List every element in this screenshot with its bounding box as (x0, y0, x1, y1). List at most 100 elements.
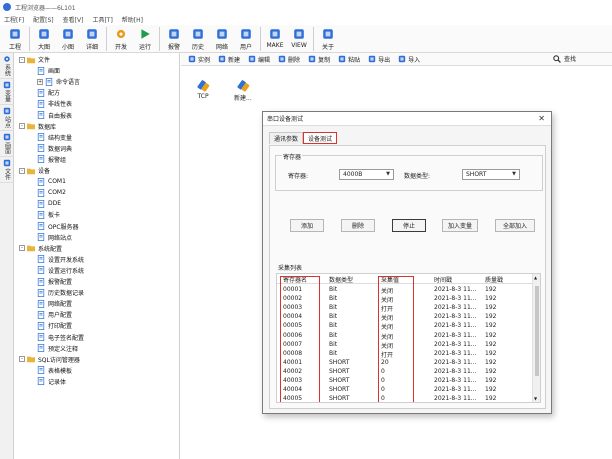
toolbar-button-3[interactable]: 详细 (80, 26, 104, 52)
column-header-datatype[interactable]: 数据类型 (329, 275, 353, 284)
tree-item[interactable]: 报警配置 (37, 277, 72, 286)
scroll-down-icon[interactable]: ▼ (534, 396, 537, 401)
add-all-button[interactable]: 全部加入 (495, 219, 535, 232)
add-button[interactable]: 添加 (290, 219, 324, 232)
chevron-down-icon: ▼ (512, 171, 516, 177)
tree-item[interactable]: - 数据库 (19, 122, 56, 131)
toolbar-button-4[interactable]: 开发 (109, 26, 133, 52)
column-header-quality[interactable]: 质量戳 (485, 275, 503, 284)
port-icon-wrap (37, 177, 45, 186)
tree-item[interactable]: 自由报表 (37, 111, 72, 120)
tree-item[interactable]: 画面 (37, 66, 60, 75)
about-icon (323, 29, 333, 39)
tree-item[interactable]: - 设备 (19, 166, 50, 175)
tree-item[interactable]: OPC服务器 (37, 222, 79, 231)
column-header-timestamp[interactable]: 时间戳 (434, 275, 452, 284)
tree-item[interactable]: 历史数据记录 (37, 288, 84, 297)
toolbar-button-1[interactable]: 大图 (32, 26, 56, 52)
tree-item[interactable]: COM2 (37, 188, 66, 197)
tree-item[interactable]: 设置运行系统 (37, 266, 84, 275)
tree-item[interactable]: 预定义注释 (37, 344, 78, 353)
tree-item[interactable]: 网络站点 (37, 233, 72, 242)
tree-item[interactable]: 板卡 (37, 210, 60, 219)
menu-tools[interactable]: 工具[T] (92, 15, 112, 24)
column-header-value[interactable]: 采集值 (381, 275, 399, 284)
expand-icon[interactable]: + (37, 78, 43, 85)
tree-item[interactable]: 结构变量 (37, 133, 72, 142)
tree-item[interactable]: 网络配置 (37, 299, 72, 308)
toolbar-button-11[interactable]: VIEW (287, 26, 311, 52)
delete-button[interactable]: 删除 (341, 219, 375, 232)
tree-item[interactable]: 记录体 (37, 377, 66, 386)
tree-item[interactable]: 设置开发系统 (37, 255, 84, 264)
left-tab-4[interactable]: 文件 (0, 157, 14, 183)
toolbar-button-2[interactable]: 小图 (56, 26, 80, 52)
tree-item[interactable]: 配方 (37, 88, 60, 97)
content-toolbar-button-4[interactable]: 复制 (305, 54, 333, 65)
tree-item[interactable]: 非线性表 (37, 99, 72, 108)
tree-item[interactable]: - SQL访问管理器 (19, 355, 80, 364)
content-toolbar-button-2[interactable]: 编辑 (245, 54, 273, 65)
close-icon[interactable]: ✕ (538, 114, 545, 123)
toolbar-button-9[interactable]: 用户 (234, 26, 258, 52)
scroll-up-icon[interactable]: ▲ (534, 275, 537, 280)
tree-item[interactable]: 用户配置 (37, 310, 72, 319)
run-icon (141, 29, 150, 39)
datatype-select[interactable]: SHORT ▼ (462, 169, 520, 180)
user-config-icon-wrap (37, 310, 45, 319)
collapse-icon[interactable]: - (19, 56, 25, 63)
left-tab-3[interactable]: 画面 (0, 131, 14, 157)
menu-file[interactable]: 工程[F] (4, 15, 24, 24)
content-toolbar-button-7[interactable]: 导入 (395, 54, 423, 65)
tree-item-label: 数据库 (38, 123, 57, 131)
content-toolbar-button-1[interactable]: 新建 (215, 54, 243, 65)
tree-item-label: 文件 (38, 57, 51, 64)
tree-item[interactable]: - 文件 (19, 55, 50, 64)
toolbar-button-12[interactable]: 关于 (316, 26, 340, 52)
tab-device-test[interactable]: 设备测试 (303, 132, 338, 144)
left-tab-2[interactable]: 站点 (0, 105, 14, 131)
tree-item[interactable]: 数据词典 (37, 144, 72, 153)
tab-comm-params[interactable]: 通讯参数 (269, 132, 304, 144)
table-scrollbar[interactable]: ▲ ▼ (532, 274, 540, 402)
left-tab-0[interactable]: 系统 (0, 53, 14, 79)
column-header-register[interactable]: 寄存器名 (283, 275, 307, 284)
toolbar-button-0[interactable]: 工程 (3, 26, 27, 52)
tree-item[interactable]: 电子签名配置 (37, 333, 84, 342)
menu-view[interactable]: 查看[V] (63, 15, 84, 24)
stop-button[interactable]: 停止 (392, 219, 426, 232)
toolbar-button-8[interactable]: 网络 (210, 26, 234, 52)
collapse-icon[interactable]: - (19, 245, 25, 252)
left-tab-1[interactable]: 变量 (0, 79, 14, 105)
register-select[interactable]: 4000B ▼ (339, 169, 394, 180)
content-toolbar-button-0[interactable]: 实例 (185, 54, 213, 65)
tree-item[interactable]: DDE (37, 199, 61, 208)
menu-help[interactable]: 帮助[H] (122, 15, 143, 24)
search-button[interactable]: 查找 (553, 54, 576, 63)
content-toolbar-button-6[interactable]: 导出 (365, 54, 393, 65)
device-tcp[interactable]: TCP (196, 80, 210, 100)
content-toolbar-button-5[interactable]: 粘贴 (335, 54, 363, 65)
tree-item[interactable]: COM1 (37, 177, 66, 186)
toolbar-button-6[interactable]: 报警 (162, 26, 186, 52)
scroll-thumb[interactable] (535, 286, 539, 376)
add-variable-button[interactable]: 加入变量 (442, 219, 478, 232)
tree-item[interactable]: + 命令语言 (37, 77, 80, 86)
menu-config[interactable]: 配置[S] (33, 15, 54, 24)
collapse-icon[interactable]: - (19, 123, 25, 130)
tree-item[interactable]: 打印配置 (37, 321, 72, 330)
toolbar-button-5[interactable]: 运行 (133, 26, 157, 52)
toolbar-button-7[interactable]: 历史 (186, 26, 210, 52)
toolbar-button-10[interactable]: MAKE (263, 26, 287, 52)
collapse-icon[interactable]: - (19, 167, 25, 174)
tree-item[interactable]: - 系统配置 (19, 244, 62, 253)
tree-item[interactable]: 表格模板 (37, 366, 72, 375)
collapse-icon[interactable]: - (19, 356, 25, 363)
device-new[interactable]: 新建... (234, 80, 252, 102)
register-group: 寄存器 寄存器: 4000B ▼ 数据类型: SHORT ▼ (275, 152, 543, 191)
content-toolbar-button-3[interactable]: 删除 (275, 54, 303, 65)
tree-item[interactable]: 报警组 (37, 155, 66, 164)
table-row[interactable]: 40005 SHORT 0 2021-8-3 11... 192 (277, 394, 533, 402)
chevron-down-icon: ▼ (386, 171, 390, 177)
collection-table[interactable]: 寄存器名 数据类型 采集值 时间戳 质量戳 00001 Bit 关闭 2021-8-3… (276, 273, 541, 403)
